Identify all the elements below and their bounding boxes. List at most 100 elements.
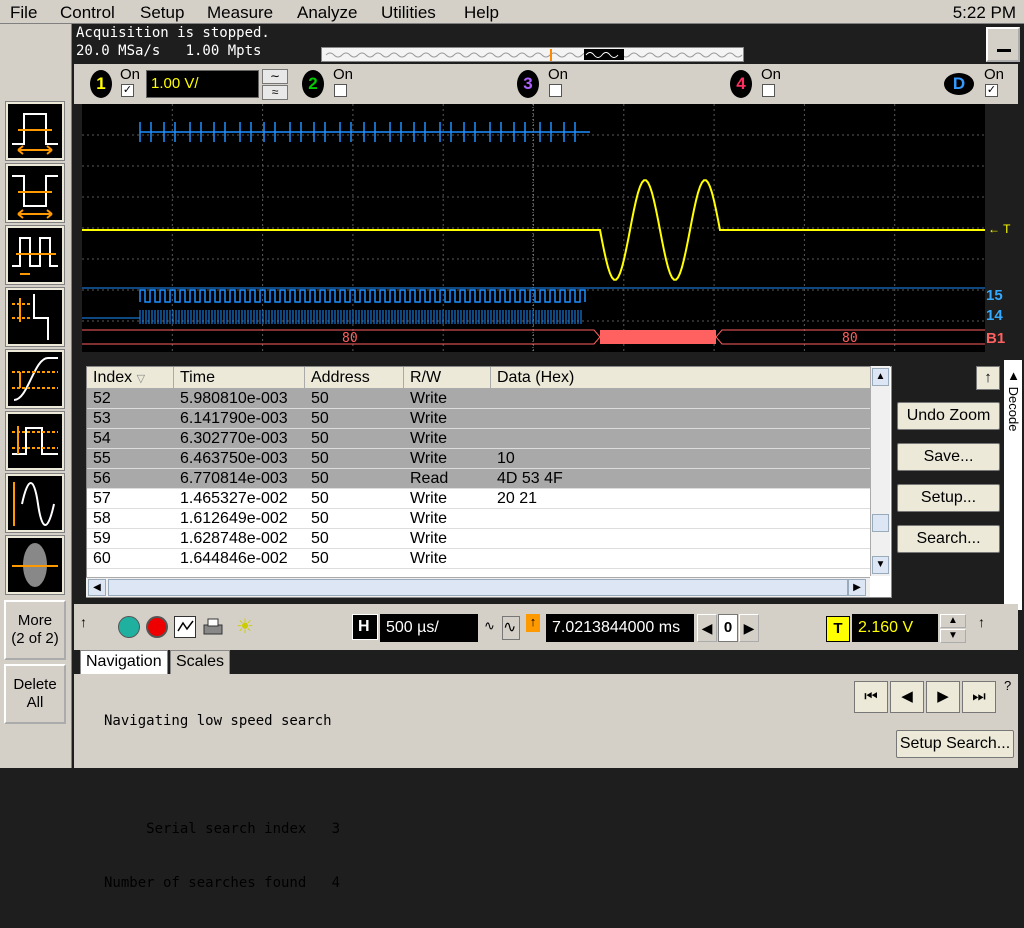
digital-checkbox[interactable]: ✓ — [985, 84, 998, 97]
scroll-right-icon[interactable]: ▶ — [848, 579, 866, 596]
channel-2-checkbox[interactable] — [334, 84, 347, 97]
zone-button[interactable] — [5, 535, 65, 595]
channel-4-checkbox[interactable] — [762, 84, 775, 97]
pulse-width-positive-button[interactable] — [5, 101, 65, 161]
table-row[interactable]: 55 6.463750e-003 50 Write 10 — [87, 449, 871, 469]
save-button[interactable]: Save... — [897, 443, 1000, 471]
setup-hold-button[interactable] — [5, 287, 65, 347]
menu-help[interactable]: Help — [464, 3, 499, 23]
cell-index: 59 — [93, 530, 111, 547]
table-horizontal-scrollbar[interactable]: ◀ ▶ — [86, 577, 870, 597]
cell-data: 4D 53 4F — [497, 470, 563, 487]
cell-rw: Write — [410, 390, 448, 407]
decode-tab[interactable]: ▲ Decode — [1004, 360, 1022, 610]
help-icon[interactable]: ? — [1004, 678, 1011, 693]
expand-up-icon[interactable]: ↑ — [80, 614, 87, 630]
table-row[interactable]: 57 1.465327e-002 50 Write 20 21 — [87, 489, 871, 509]
more-button[interactable]: More (2 of 2) — [4, 600, 66, 660]
delay-left-button[interactable]: ◀ — [697, 614, 717, 642]
collapse-up-icon[interactable]: ↑ — [978, 614, 985, 630]
edge-then-edge-button[interactable] — [5, 473, 65, 533]
undo-zoom-button[interactable]: Undo Zoom — [897, 402, 1000, 430]
delay-right-button[interactable]: ▶ — [739, 614, 759, 642]
channel-1-button[interactable]: 1 — [90, 70, 112, 98]
trigger-down-button[interactable]: ▼ — [940, 629, 966, 643]
table-row[interactable]: 59 1.628748e-002 50 Write — [87, 529, 871, 549]
channel-3-button[interactable]: 3 — [517, 70, 539, 98]
menu-analyze[interactable]: Analyze — [297, 3, 357, 23]
channel-1-checkbox[interactable]: ✓ — [121, 84, 134, 97]
brightness-icon[interactable]: ☀ — [236, 616, 260, 640]
delay-ref-field[interactable]: 0 — [718, 614, 738, 642]
searches-found-value: 4 — [331, 875, 341, 891]
setup-search-button[interactable]: Setup Search... — [896, 730, 1014, 758]
stop-button[interactable] — [146, 616, 168, 638]
menu-file[interactable]: File — [10, 3, 37, 23]
col-rw[interactable]: R/W — [404, 367, 491, 389]
menu-utilities[interactable]: Utilities — [381, 3, 436, 23]
search-index-value: 3 — [331, 821, 341, 837]
col-address[interactable]: Address — [305, 367, 404, 389]
pattern-width-button[interactable] — [5, 225, 65, 285]
minimize-button[interactable] — [986, 27, 1020, 62]
nav-last-button[interactable]: ⏭ — [962, 681, 996, 713]
col-index[interactable]: Index ▽ — [87, 367, 174, 389]
scroll-up-icon[interactable]: ▲ — [872, 368, 889, 386]
digital-channels-button[interactable]: D — [944, 73, 974, 95]
tab-scales[interactable]: Scales — [170, 650, 231, 674]
timebase-field[interactable]: 500 µs/ — [380, 614, 478, 642]
cell-address: 50 — [311, 450, 329, 467]
trigger-level-field[interactable]: 2.160 V — [852, 614, 938, 642]
horizontal-scroll-thumb[interactable] — [108, 579, 848, 596]
waveform-grid[interactable]: 80 80 — [82, 104, 985, 352]
digital-14-label: 14 — [986, 307, 1003, 324]
decode-table[interactable]: Index ▽ Time Address R/W Data (Hex) 52 5.… — [86, 366, 892, 598]
autoscale-icon[interactable] — [174, 616, 196, 638]
channel-4-button[interactable]: 4 — [730, 70, 752, 98]
delete-label: Delete — [13, 676, 57, 693]
table-row[interactable]: 53 6.141790e-003 50 Write — [87, 409, 871, 429]
delay-field[interactable]: 7.0213844000 ms — [546, 614, 694, 642]
pane-up-icon[interactable]: ↑ — [976, 366, 1000, 390]
dc-coupling-button[interactable]: ≈ — [262, 85, 288, 100]
col-data[interactable]: Data (Hex) — [491, 367, 871, 389]
pulse-width-negative-button[interactable] — [5, 163, 65, 223]
col-time[interactable]: Time — [174, 367, 305, 389]
scroll-down-icon[interactable]: ▼ — [872, 556, 889, 574]
table-vertical-scrollbar[interactable]: ▲ ▼ — [870, 366, 890, 576]
navigation-mode: Navigating low speed search — [104, 713, 332, 729]
search-button[interactable]: Search... — [897, 525, 1000, 553]
table-row[interactable]: 60 1.644846e-002 50 Write — [87, 549, 871, 569]
nav-next-button[interactable]: ▶ — [926, 681, 960, 713]
delete-all-button[interactable]: Delete All — [4, 664, 66, 724]
transition-button[interactable] — [5, 349, 65, 409]
setup-button[interactable]: Setup... — [897, 484, 1000, 512]
table-row[interactable]: 52 5.980810e-003 50 Write — [87, 389, 871, 409]
trigger-up-button[interactable]: ▲ — [940, 614, 966, 628]
control-bar: ↑ ☀ H 500 µs/ ∿ ∿ ↑ 7.0213844000 ms ◀ 0 … — [74, 604, 1018, 650]
table-row[interactable]: 58 1.612649e-002 50 Write — [87, 509, 871, 529]
delete-all-label: All — [26, 694, 44, 711]
fine-icon[interactable]: ∿ — [484, 618, 495, 634]
waveform-display[interactable]: 80 80 ← T 15 14 B1 — [74, 104, 1018, 356]
menu-measure[interactable]: Measure — [207, 3, 273, 23]
trigger-level-marker: ← T — [988, 222, 1011, 236]
menu-control[interactable]: Control — [60, 3, 115, 23]
scroll-thumb[interactable] — [872, 514, 889, 532]
nav-prev-button[interactable]: ◀ — [890, 681, 924, 713]
nav-first-button[interactable]: ⏮ — [854, 681, 888, 713]
channel-1-scale-field[interactable]: 1.00 V/ — [146, 70, 259, 98]
channel-2-button[interactable]: 2 — [302, 70, 324, 98]
coarse-icon[interactable]: ∿ — [502, 616, 520, 640]
runt-button[interactable] — [5, 411, 65, 471]
menu-setup[interactable]: Setup — [140, 3, 184, 23]
run-button[interactable] — [118, 616, 140, 638]
print-icon[interactable] — [202, 616, 224, 638]
ac-coupling-button[interactable]: ∼ — [262, 69, 288, 84]
channel-3-checkbox[interactable] — [549, 84, 562, 97]
memory-timeline[interactable] — [321, 47, 744, 62]
tab-navigation[interactable]: Navigation — [80, 650, 168, 674]
scroll-left-icon[interactable]: ◀ — [88, 579, 106, 596]
table-row[interactable]: 56 6.770814e-003 50 Read 4D 53 4F — [87, 469, 871, 489]
table-row[interactable]: 54 6.302770e-003 50 Write — [87, 429, 871, 449]
